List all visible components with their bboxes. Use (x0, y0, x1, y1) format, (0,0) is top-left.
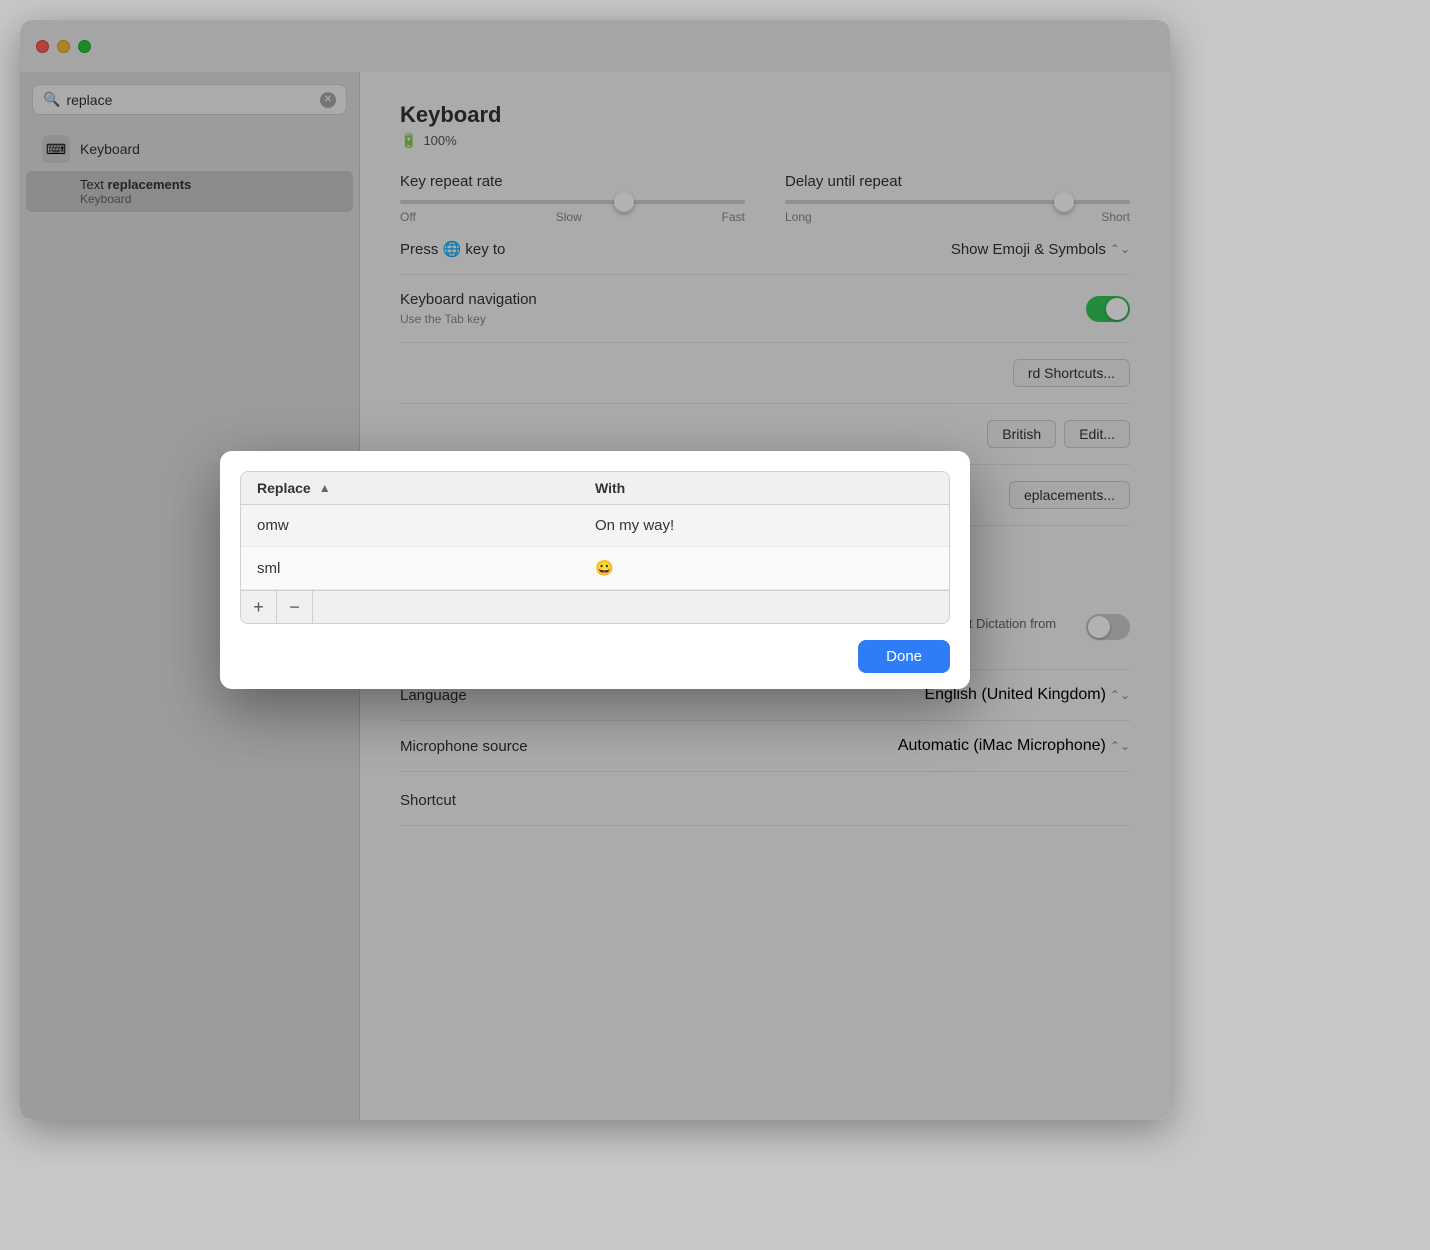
replace-cell-sml: sml (257, 560, 595, 577)
with-cell-sml: 😀 (595, 559, 933, 577)
with-cell-omw: On my way! (595, 517, 933, 534)
table-row[interactable]: omw On my way! (241, 505, 949, 547)
replace-cell-omw: omw (257, 517, 595, 534)
remove-replacement-button[interactable]: − (277, 591, 313, 623)
done-button[interactable]: Done (858, 640, 950, 673)
add-replacement-button[interactable]: + (241, 591, 277, 623)
replacements-table: Replace ▲ With omw On my way! sml 😀 (240, 471, 950, 624)
sort-icon[interactable]: ▲ (319, 481, 331, 495)
table-row[interactable]: sml 😀 (241, 547, 949, 590)
modal-footer: Done (220, 624, 970, 689)
table-header: Replace ▲ With (241, 472, 949, 505)
modal-body: Replace ▲ With omw On my way! sml 😀 (220, 451, 970, 624)
text-replacements-modal: Replace ▲ With omw On my way! sml 😀 (220, 451, 970, 689)
table-header-with: With (595, 480, 933, 496)
replace-column-label: Replace (257, 480, 311, 496)
table-header-replace: Replace ▲ (257, 480, 595, 496)
modal-overlay: Replace ▲ With omw On my way! sml 😀 (20, 20, 1170, 1120)
main-window: 🔍 ✕ ⌨ Keyboard Text replacements Keyboar… (20, 20, 1170, 1120)
table-footer: + − (241, 590, 949, 623)
